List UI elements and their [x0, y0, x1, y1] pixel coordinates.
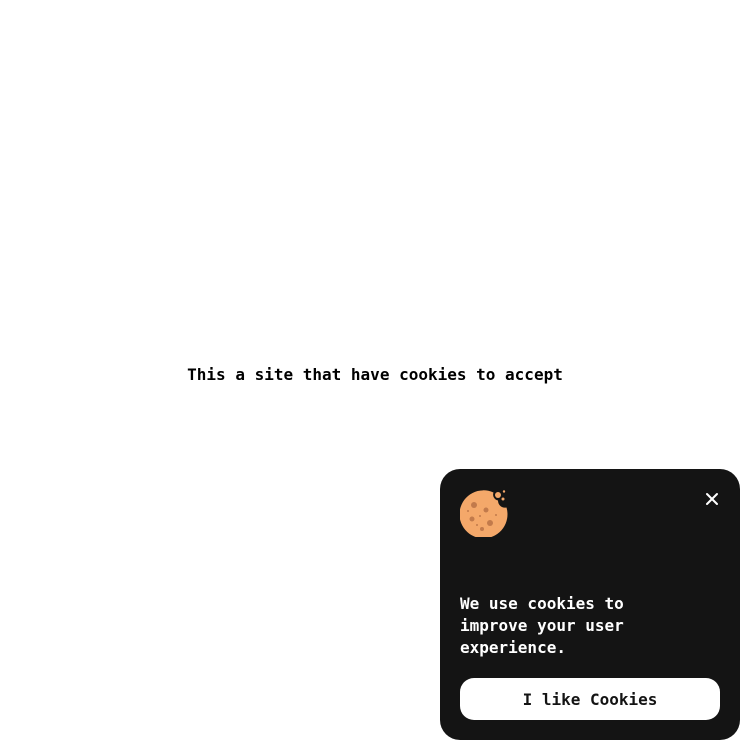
close-icon[interactable] [700, 487, 724, 511]
page-heading: This a site that have cookies to accept [187, 365, 563, 384]
cookie-icon [459, 489, 508, 539]
cookie-message: We use cookies to improve your user expe… [460, 594, 624, 657]
cookie-consent-banner: We use cookies to improve your user expe… [440, 469, 740, 740]
accept-cookies-button[interactable]: I like Cookies [460, 678, 720, 720]
